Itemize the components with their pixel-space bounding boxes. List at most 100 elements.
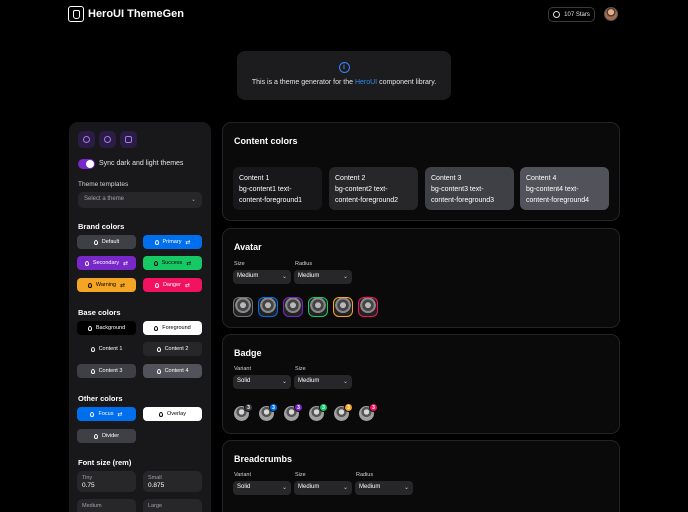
badge-secondary: 3 xyxy=(284,403,303,421)
sync-icon: ⇄ xyxy=(186,260,192,267)
reset-button[interactable] xyxy=(99,131,116,148)
droplet-icon xyxy=(93,239,98,245)
content3-color-button[interactable]: Content 3 xyxy=(77,364,136,378)
badge-panel: Badge Variant Solid ⌄ Size Medium ⌄ 3 3 3 … xyxy=(222,334,620,434)
droplet-icon xyxy=(87,282,92,288)
badge-warning: 3 xyxy=(334,403,353,421)
avatar-primary xyxy=(258,297,278,317)
chevron-down-icon: ⌄ xyxy=(281,485,287,491)
droplet-icon xyxy=(154,282,159,288)
content4-color-button[interactable]: Content 4 xyxy=(143,364,202,378)
font-size-medium[interactable]: Medium xyxy=(77,499,136,512)
logo-icon xyxy=(68,6,84,22)
chevron-down-icon: ⌄ xyxy=(190,197,196,203)
foreground-color-button[interactable]: Foreground xyxy=(143,321,202,335)
focus-color-button[interactable]: Focus ⇄ xyxy=(77,407,136,421)
badge-size-label: Size xyxy=(295,366,306,372)
avatar-size-select[interactable]: Medium ⌄ xyxy=(233,270,291,284)
font-size-tiny[interactable]: Tiny 0.75 xyxy=(77,471,136,492)
avatar-success xyxy=(308,297,328,317)
chevron-down-icon: ⌄ xyxy=(342,379,348,385)
sync-switch[interactable] xyxy=(78,159,95,169)
avatar-radius-select[interactable]: Medium ⌄ xyxy=(294,270,352,284)
warning-color-button[interactable]: Warning ⇄ xyxy=(77,278,136,292)
sync-label: Sync dark and light themes xyxy=(99,160,184,167)
droplet-icon xyxy=(87,325,92,331)
success-color-button[interactable]: Success ⇄ xyxy=(143,256,202,270)
badge-success: 3 xyxy=(309,403,328,421)
notice-text: This is a theme generator for the HeroUI… xyxy=(251,79,437,86)
copy-button[interactable] xyxy=(120,131,137,148)
badge-title: Badge xyxy=(234,348,262,358)
badge-size-select[interactable]: Medium ⌄ xyxy=(294,375,352,389)
other-colors-title: Other colors xyxy=(78,394,123,403)
theme-template-select[interactable]: Select a theme ⌄ xyxy=(78,192,202,208)
avatar-size-label: Size xyxy=(234,261,245,267)
sun-icon xyxy=(83,136,90,143)
avatar-secondary xyxy=(283,297,303,317)
avatar-danger xyxy=(358,297,378,317)
github-stars-button[interactable]: 107 Stars xyxy=(548,7,595,22)
danger-color-button[interactable]: Danger ⇄ xyxy=(143,278,202,292)
content-colors-title: Content colors xyxy=(234,136,298,146)
avatar-default xyxy=(233,297,253,317)
content4-card: Content 4 bg-content4 text-content-foregr… xyxy=(520,167,609,210)
divider-color-button[interactable]: Divider xyxy=(77,429,136,443)
breadcrumbs-size-label: Size xyxy=(295,472,306,478)
content3-card: Content 3 bg-content3 text-content-foregr… xyxy=(425,167,514,210)
reset-icon xyxy=(104,136,111,143)
sync-icon: ⇄ xyxy=(117,411,123,418)
font-size-small[interactable]: Small 0.875 xyxy=(143,471,202,492)
badge-variant-select[interactable]: Solid ⌄ xyxy=(233,375,291,389)
user-avatar[interactable] xyxy=(604,7,618,21)
github-icon xyxy=(553,11,561,18)
avatar-warning xyxy=(333,297,353,317)
theme-mode-button[interactable] xyxy=(78,131,95,148)
droplet-icon xyxy=(154,239,159,245)
badge-variant-label: Variant xyxy=(234,366,252,372)
droplet-icon xyxy=(84,260,89,266)
breadcrumbs-panel: Breadcrumbs Variant Solid ⌄ Size Medium ⌄ … xyxy=(222,440,620,512)
chevron-down-icon: ⌄ xyxy=(403,485,409,491)
badge-default: 3 xyxy=(234,403,253,421)
sidebar: Sync dark and light themes Theme templat… xyxy=(69,122,211,512)
droplet-icon xyxy=(153,260,158,266)
badge-danger: 3 xyxy=(359,403,378,421)
breadcrumbs-size-select[interactable]: Medium ⌄ xyxy=(294,481,352,495)
droplet-icon xyxy=(154,325,159,331)
breadcrumbs-radius-select[interactable]: Medium ⌄ xyxy=(355,481,413,495)
font-size-large[interactable]: Large xyxy=(143,499,202,512)
default-color-button[interactable]: Default xyxy=(77,235,136,249)
content1-card: Content 1 bg-content1 text-content-foregr… xyxy=(233,167,322,210)
content2-color-button[interactable]: Content 2 xyxy=(143,342,202,356)
overlay-color-button[interactable]: Overlay xyxy=(143,407,202,421)
heroui-link[interactable]: HeroUI xyxy=(355,79,377,86)
content1-color-button[interactable]: Content 1 xyxy=(77,342,136,356)
chevron-down-icon: ⌄ xyxy=(342,485,348,491)
droplet-icon xyxy=(90,368,95,374)
breadcrumbs-variant-select[interactable]: Solid ⌄ xyxy=(233,481,291,495)
avatar-panel: Avatar Size Medium ⌄ Radius Medium ⌄ xyxy=(222,228,620,328)
avatar-radius-label: Radius xyxy=(295,261,313,267)
droplet-icon xyxy=(156,368,161,374)
sync-icon: ⇄ xyxy=(123,260,129,267)
breadcrumbs-title: Breadcrumbs xyxy=(234,454,293,464)
primary-color-button[interactable]: Primary ⇄ xyxy=(143,235,202,249)
content2-card: Content 2 bg-content2 text-content-foregr… xyxy=(329,167,418,210)
chevron-down-icon: ⌄ xyxy=(281,379,287,385)
info-notice: i This is a theme generator for the Hero… xyxy=(237,51,451,100)
app-header: HeroUI ThemeGen 107 Stars xyxy=(0,0,688,30)
base-colors-title: Base colors xyxy=(78,308,121,317)
sync-icon: ⇄ xyxy=(185,282,191,289)
background-color-button[interactable]: Background xyxy=(77,321,136,335)
secondary-color-button[interactable]: Secondary ⇄ xyxy=(77,256,136,270)
avatar-title: Avatar xyxy=(234,242,262,252)
droplet-icon xyxy=(93,433,98,439)
sync-icon: ⇄ xyxy=(185,239,191,246)
brand-colors-title: Brand colors xyxy=(78,222,125,231)
font-size-title: Font size (rem) xyxy=(78,458,132,467)
droplet-icon xyxy=(156,346,161,352)
breadcrumbs-variant-label: Variant xyxy=(234,472,252,478)
stars-count: 107 Stars xyxy=(564,11,590,18)
droplet-icon xyxy=(159,411,164,417)
